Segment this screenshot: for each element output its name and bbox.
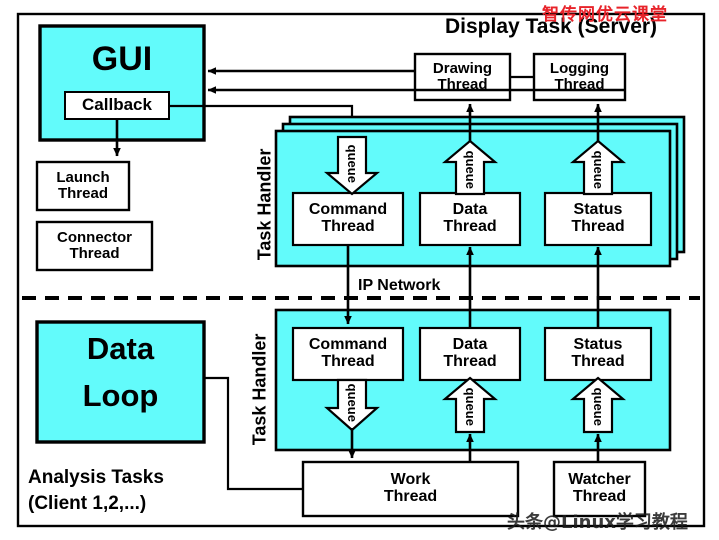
connector-thread-box xyxy=(35,220,154,272)
server-status-thread-box xyxy=(543,191,653,247)
launch-thread-box xyxy=(35,160,131,212)
logging-thread-box xyxy=(532,52,627,102)
client-data-thread-box xyxy=(418,326,522,382)
server-data-thread-box xyxy=(418,191,522,247)
gui-box xyxy=(38,24,206,142)
callback-box xyxy=(64,91,170,120)
drawing-thread-box xyxy=(413,52,512,102)
diagram-vector-layer xyxy=(16,12,706,528)
client-status-thread-box xyxy=(543,326,653,382)
server-command-thread-box xyxy=(291,191,405,247)
client-command-thread-box xyxy=(291,326,405,382)
work-thread-box xyxy=(301,460,520,518)
watcher-thread-box xyxy=(552,460,647,518)
diagram-canvas: Display Task (Server) GUI Callback Launc… xyxy=(0,0,719,540)
data-loop-box xyxy=(35,320,206,444)
